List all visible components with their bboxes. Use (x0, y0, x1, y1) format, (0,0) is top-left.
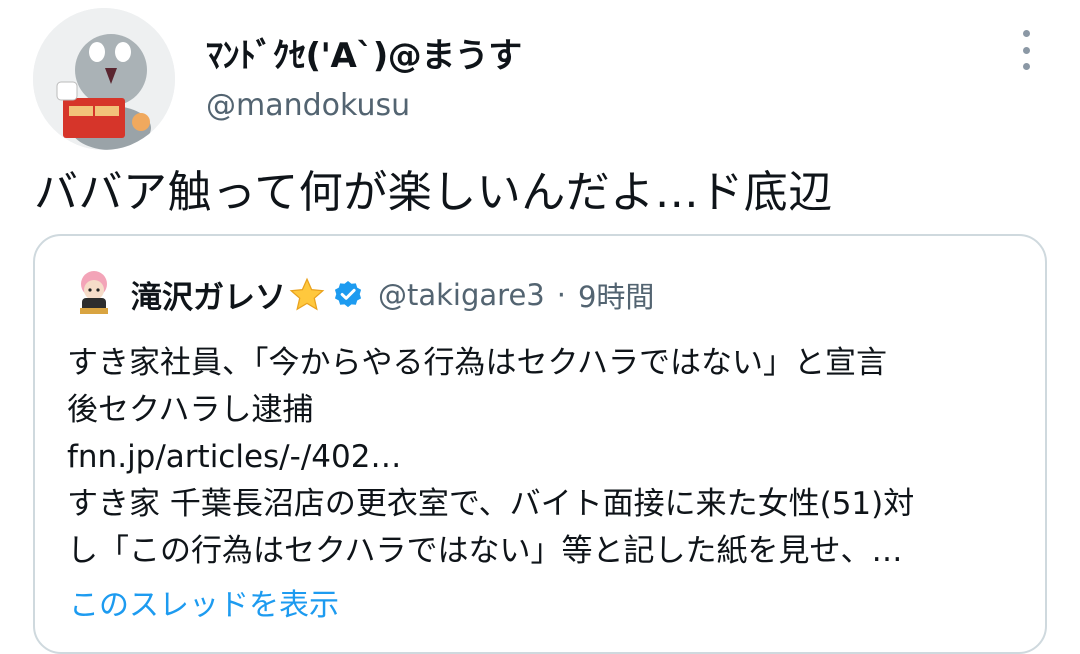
quoted-text-line: し「この行為はセクハラではない」等と記した紙を見せ、… (67, 533, 903, 569)
show-thread-link[interactable]: このスレッドを表示 (69, 580, 339, 624)
quoted-display-name[interactable]: 滝沢ガレソ (131, 272, 286, 317)
quoted-text-line: すき家社員、「今からやる行為はセクハラではない」と宣言 (67, 345, 887, 381)
quoted-link[interactable]: fnn.jp/articles/-/402… (67, 434, 1027, 481)
more-options-icon[interactable] (1012, 30, 1040, 70)
star-icon (289, 277, 325, 311)
quoted-avatar[interactable] (72, 268, 116, 316)
avatar[interactable] (33, 8, 175, 150)
quoted-timestamp[interactable]: 9時間 (578, 274, 654, 316)
quoted-text: すき家社員、「今からやる行為はセクハラではない」と宣言 後セクハラし逮捕 fnn… (67, 340, 1027, 575)
quoted-text-line: 後セクハラし逮捕 (67, 392, 314, 428)
more-dot (1022, 46, 1030, 54)
more-dot (1022, 63, 1030, 70)
avatar-illustration (33, 8, 175, 150)
quoted-handle[interactable]: @takigare3 (378, 278, 545, 312)
author-handle[interactable]: @mandokusu (206, 88, 410, 123)
author-display-name[interactable]: ﾏﾝﾄﾞｸｾ('A`)@まうす (206, 28, 522, 77)
tweet-text: ババア触って何が楽しいんだよ…ド底辺 (34, 167, 833, 218)
separator-dot: · (556, 277, 566, 312)
verified-icon (334, 280, 362, 307)
quoted-text-line: すき家 千葉長沼店の更衣室で、バイト面接に来た女性(51)対 (67, 486, 915, 522)
quoted-tweet-card[interactable]: 滝沢ガレソ @takigare3 · 9時間 すき家社員、「今からやる行為はセク… (33, 234, 1047, 654)
quoted-header: 滝沢ガレソ @takigare3 · 9時間 (131, 272, 654, 317)
more-dot (1022, 30, 1030, 37)
